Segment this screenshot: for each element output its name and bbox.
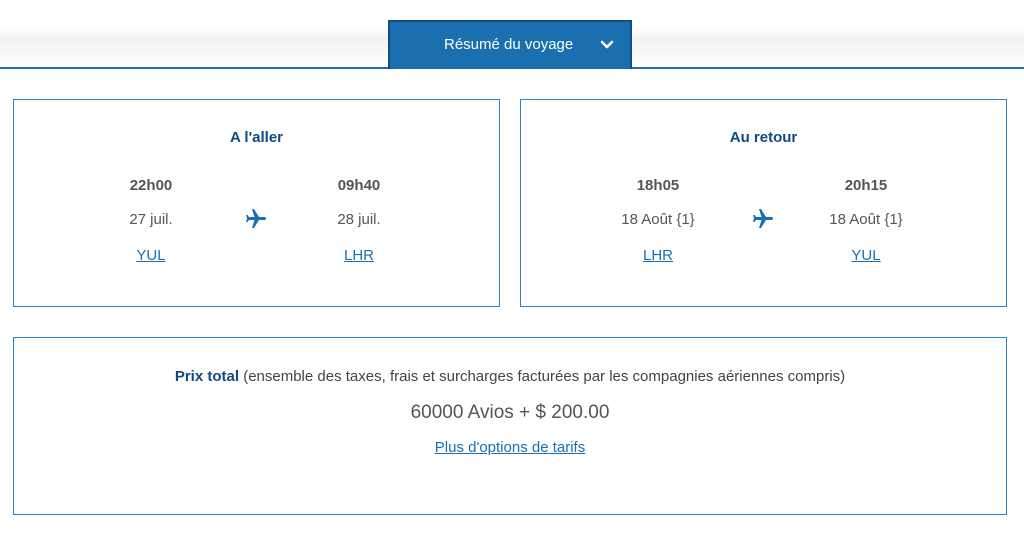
plane-icon (246, 209, 266, 228)
outbound-title: A l'aller (229, 129, 284, 146)
total-price-amount: 60000 Avios + $ 200.00 (410, 402, 610, 423)
departure-date: 27 juil. (129, 211, 173, 228)
departure-time: 18h05 (636, 177, 680, 194)
outbound-flight-card: A l'aller 22h00 27 juil. YUL 09h40 28 ju… (13, 99, 500, 307)
total-price-note: (ensemble des taxes, frais et surcharges… (239, 368, 846, 385)
arrival-date: 28 juil. (337, 211, 381, 228)
plane-icon (753, 209, 773, 228)
return-flight-card: Au retour 18h05 18 Août {1} LHR 20h15 18… (520, 99, 1007, 307)
trip-summary-label: Résumé du voyage (444, 36, 574, 53)
departure-date: 18 Août {1} (621, 211, 695, 228)
total-price-card: Prix total (ensemble des taxes, frais et… (13, 337, 1007, 515)
departure-airport-link[interactable]: YUL (81, 247, 221, 264)
departure-airport-link[interactable]: LHR (588, 247, 728, 264)
arrival-time: 09h40 (337, 177, 381, 194)
arrival-date: 18 Août {1} (829, 211, 903, 228)
chevron-down-icon (600, 40, 614, 49)
arrival-airport-link[interactable]: LHR (289, 247, 429, 264)
total-price-label: Prix total (ensemble des taxes, frais et… (14, 368, 1006, 385)
total-price-heading: Prix total (174, 368, 240, 385)
arrival-airport-link[interactable]: YUL (796, 247, 936, 264)
return-title: Au retour (729, 129, 798, 146)
trip-summary-toggle[interactable]: Résumé du voyage (388, 20, 632, 69)
departure-time: 22h00 (129, 177, 173, 194)
arrival-time: 20h15 (844, 177, 888, 194)
more-fare-options-link[interactable]: Plus d'options de tarifs (435, 439, 585, 456)
